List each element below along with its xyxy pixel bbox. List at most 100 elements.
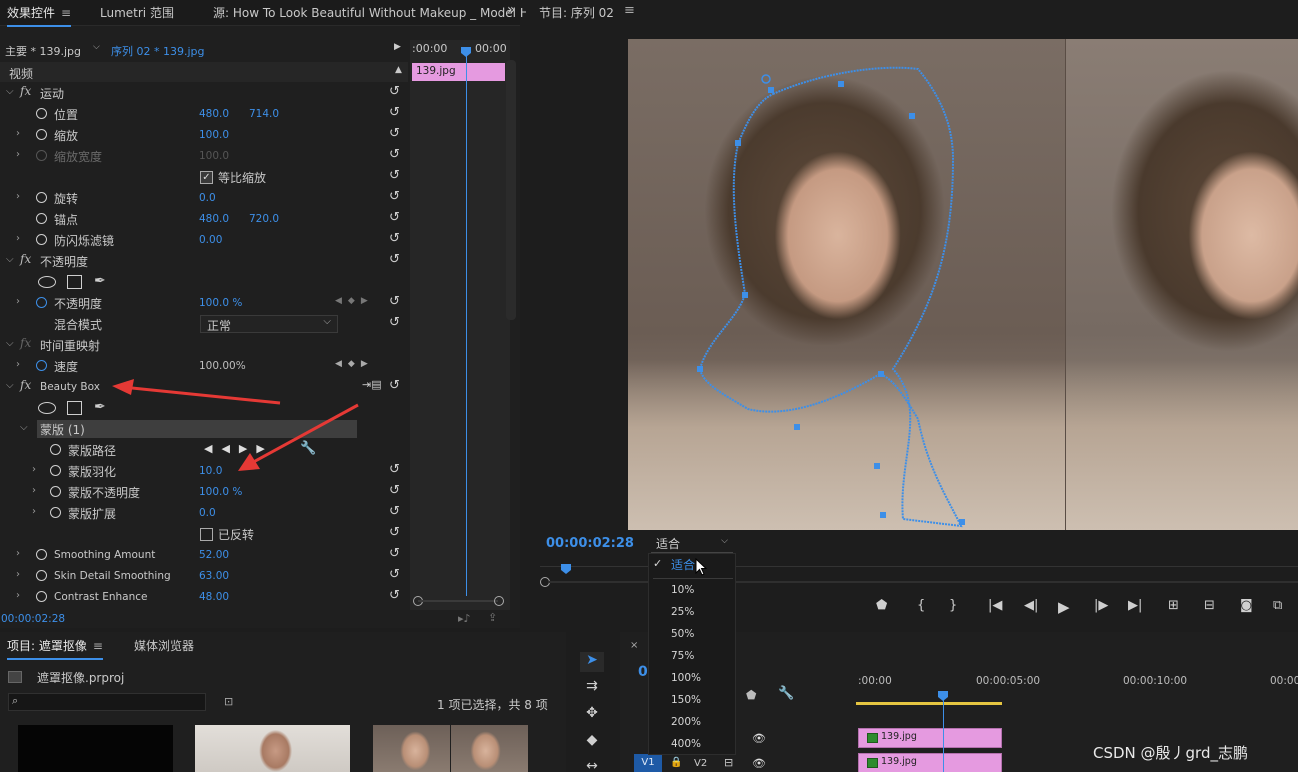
razor-tool-icon[interactable]: ◆ (580, 732, 604, 752)
ellipse-mask-icon[interactable] (38, 276, 56, 288)
extract-icon[interactable]: ⊟ (1204, 598, 1215, 613)
rectangle-mask-icon[interactable] (67, 401, 82, 415)
wrench-icon[interactable]: 🔧 (778, 686, 794, 701)
chevron-icon[interactable]: ⌵ (6, 254, 14, 265)
media-thumbnail-black[interactable] (18, 725, 173, 772)
chevron-icon[interactable]: ⌵ (6, 338, 14, 349)
reset-icon[interactable]: ↺ (389, 294, 400, 309)
lock-icon[interactable]: 🔒 (670, 757, 682, 768)
fit-zoom-select[interactable]: 适合 ⌵ (651, 535, 733, 553)
ellipse-mask-icon[interactable] (38, 402, 56, 414)
stopwatch-icon[interactable] (50, 465, 61, 476)
scale-value[interactable]: 100.0 (199, 129, 229, 141)
stopwatch-active-icon[interactable] (36, 297, 47, 308)
stopwatch-icon[interactable] (36, 570, 47, 581)
expand-chevron-icon[interactable]: › (16, 128, 20, 139)
fx-icon[interactable]: fx (20, 252, 31, 266)
go-to-in-icon[interactable]: |◀ (988, 598, 1002, 613)
expand-chevron-icon[interactable]: › (16, 149, 20, 160)
go-to-out-icon[interactable]: ▶| (1128, 598, 1142, 613)
mask-opacity-value[interactable]: 100.0 % (199, 486, 242, 498)
track-v2-target[interactable]: V2 (694, 758, 707, 769)
mark-out-icon[interactable]: } (949, 598, 957, 613)
tab-project[interactable]: 项目: 遮罩抠像 ≡ (7, 637, 103, 660)
stopwatch-icon[interactable] (50, 486, 61, 497)
program-title[interactable]: 节目: 序列 02 (539, 4, 614, 21)
stopwatch-icon[interactable] (36, 192, 47, 203)
reset-icon[interactable]: ↺ (389, 588, 400, 603)
fx-icon[interactable]: fx (20, 336, 31, 350)
inverted-checkbox[interactable] (200, 528, 213, 541)
new-bin-icon[interactable]: ⊡ (224, 695, 233, 708)
chevron-icon[interactable]: ⌵ (6, 86, 14, 97)
sync-lock-icon[interactable]: ⊟ (724, 756, 733, 769)
reset-icon[interactable]: ↺ (389, 462, 400, 477)
expand-chevron-icon[interactable]: › (16, 296, 20, 307)
eye-icon[interactable]: 👁 (752, 757, 766, 770)
selection-tool-icon[interactable]: ➤ (580, 652, 604, 672)
scrollbar[interactable] (506, 60, 516, 320)
export-icon[interactable]: ⇪ (488, 611, 497, 624)
pen-tool-icon[interactable]: ✒ (94, 273, 106, 289)
lift-icon[interactable]: ⊞ (1168, 598, 1179, 613)
chevron-icon[interactable]: ⌵ (6, 380, 14, 391)
media-thumbnail-image[interactable] (451, 725, 528, 772)
mask-expansion-value[interactable]: 0.0 (199, 507, 216, 519)
time-remap-section-row[interactable]: ⌵ fx 时间重映射 (0, 335, 408, 356)
zoom-dropdown-menu[interactable]: ✓ 适合 10% 25% 50% 75% 100% 150% 200% 400% (648, 553, 736, 755)
reset-icon[interactable]: ↺ (389, 546, 400, 561)
chevron-down-icon[interactable]: ⌵ (93, 42, 100, 52)
opacity-section-row[interactable]: ⌵ fx 不透明度 ↺ (0, 251, 408, 272)
motion-section-row[interactable]: ⌵ fx 运动 ↺ (0, 83, 408, 104)
zoom-option-200[interactable]: 200% (671, 716, 701, 728)
ripple-edit-tool-icon[interactable]: ✥ (580, 705, 604, 725)
anchor-x-value[interactable]: 480.0 (199, 213, 229, 225)
play-triangle-icon[interactable]: ▶ (394, 42, 401, 52)
rotation-value[interactable]: 0.0 (199, 192, 216, 204)
filter-icon[interactable]: ▸♪ (458, 612, 471, 625)
stopwatch-icon[interactable] (36, 591, 47, 602)
reset-icon[interactable]: ↺ (389, 504, 400, 519)
step-forward-icon[interactable]: |▶ (1094, 598, 1108, 613)
reset-icon[interactable]: ↺ (389, 525, 400, 540)
smoothing-amount-value[interactable]: 52.00 (199, 549, 229, 561)
stopwatch-icon[interactable] (50, 507, 61, 518)
collapse-up-icon[interactable]: ▲ (395, 65, 402, 75)
rectangle-mask-icon[interactable] (67, 275, 82, 289)
reset-icon[interactable]: ↺ (389, 483, 400, 498)
anchor-y-value[interactable]: 720.0 (249, 213, 279, 225)
add-marker-icon[interactable]: ⬟ (746, 688, 756, 702)
tab-lumetri-scopes[interactable]: Lumetri 范围 (100, 4, 174, 21)
effects-timecode[interactable]: 00:00:02:28 (1, 613, 65, 625)
position-x-value[interactable]: 480.0 (199, 108, 229, 120)
media-thumbnail-image[interactable] (373, 725, 450, 772)
keyframe-nav-icon[interactable]: ◀◆▶ (335, 359, 374, 369)
master-clip-label[interactable]: 主要 * 139.jpg (5, 43, 81, 59)
track-v1-source[interactable]: V1 (634, 754, 662, 772)
zoom-option-50[interactable]: 50% (671, 628, 694, 640)
close-icon[interactable]: × (630, 640, 638, 651)
reset-icon[interactable]: ↺ (389, 168, 400, 183)
stopwatch-icon[interactable] (50, 444, 61, 455)
slip-tool-icon[interactable]: ↔ (580, 758, 604, 772)
media-thumbnail-video[interactable] (195, 725, 350, 772)
zoom-scroll-bar[interactable] (418, 600, 498, 602)
expand-chevron-icon[interactable]: › (32, 506, 36, 517)
zoom-option-25[interactable]: 25% (671, 606, 694, 618)
reset-icon[interactable]: ↺ (389, 189, 400, 204)
camera-icon[interactable]: ◙ (1240, 598, 1253, 613)
expand-chevron-icon[interactable]: › (16, 359, 20, 370)
mark-in-icon[interactable]: { (917, 598, 925, 613)
timeline-ruler[interactable]: :00:00 00:00:05:00 00:00:10:00 00:00 (856, 670, 1298, 706)
expand-chevron-icon[interactable]: › (16, 569, 20, 580)
comparison-view-icon[interactable]: ⧉ (1273, 598, 1282, 613)
tab-effect-controls[interactable]: 效果控件 ≡ (7, 4, 72, 27)
zoom-option-fit[interactable]: 适合 (671, 556, 695, 573)
stopwatch-icon[interactable] (36, 213, 47, 224)
tab-media-browser[interactable]: 媒体浏览器 (134, 637, 194, 654)
panel-menu-icon[interactable]: ≡ (93, 639, 103, 653)
reset-icon[interactable]: ↺ (389, 315, 400, 330)
expand-chevron-icon[interactable]: › (32, 464, 36, 475)
reset-icon[interactable]: ↺ (389, 126, 400, 141)
zoom-option-400[interactable]: 400% (671, 738, 701, 750)
